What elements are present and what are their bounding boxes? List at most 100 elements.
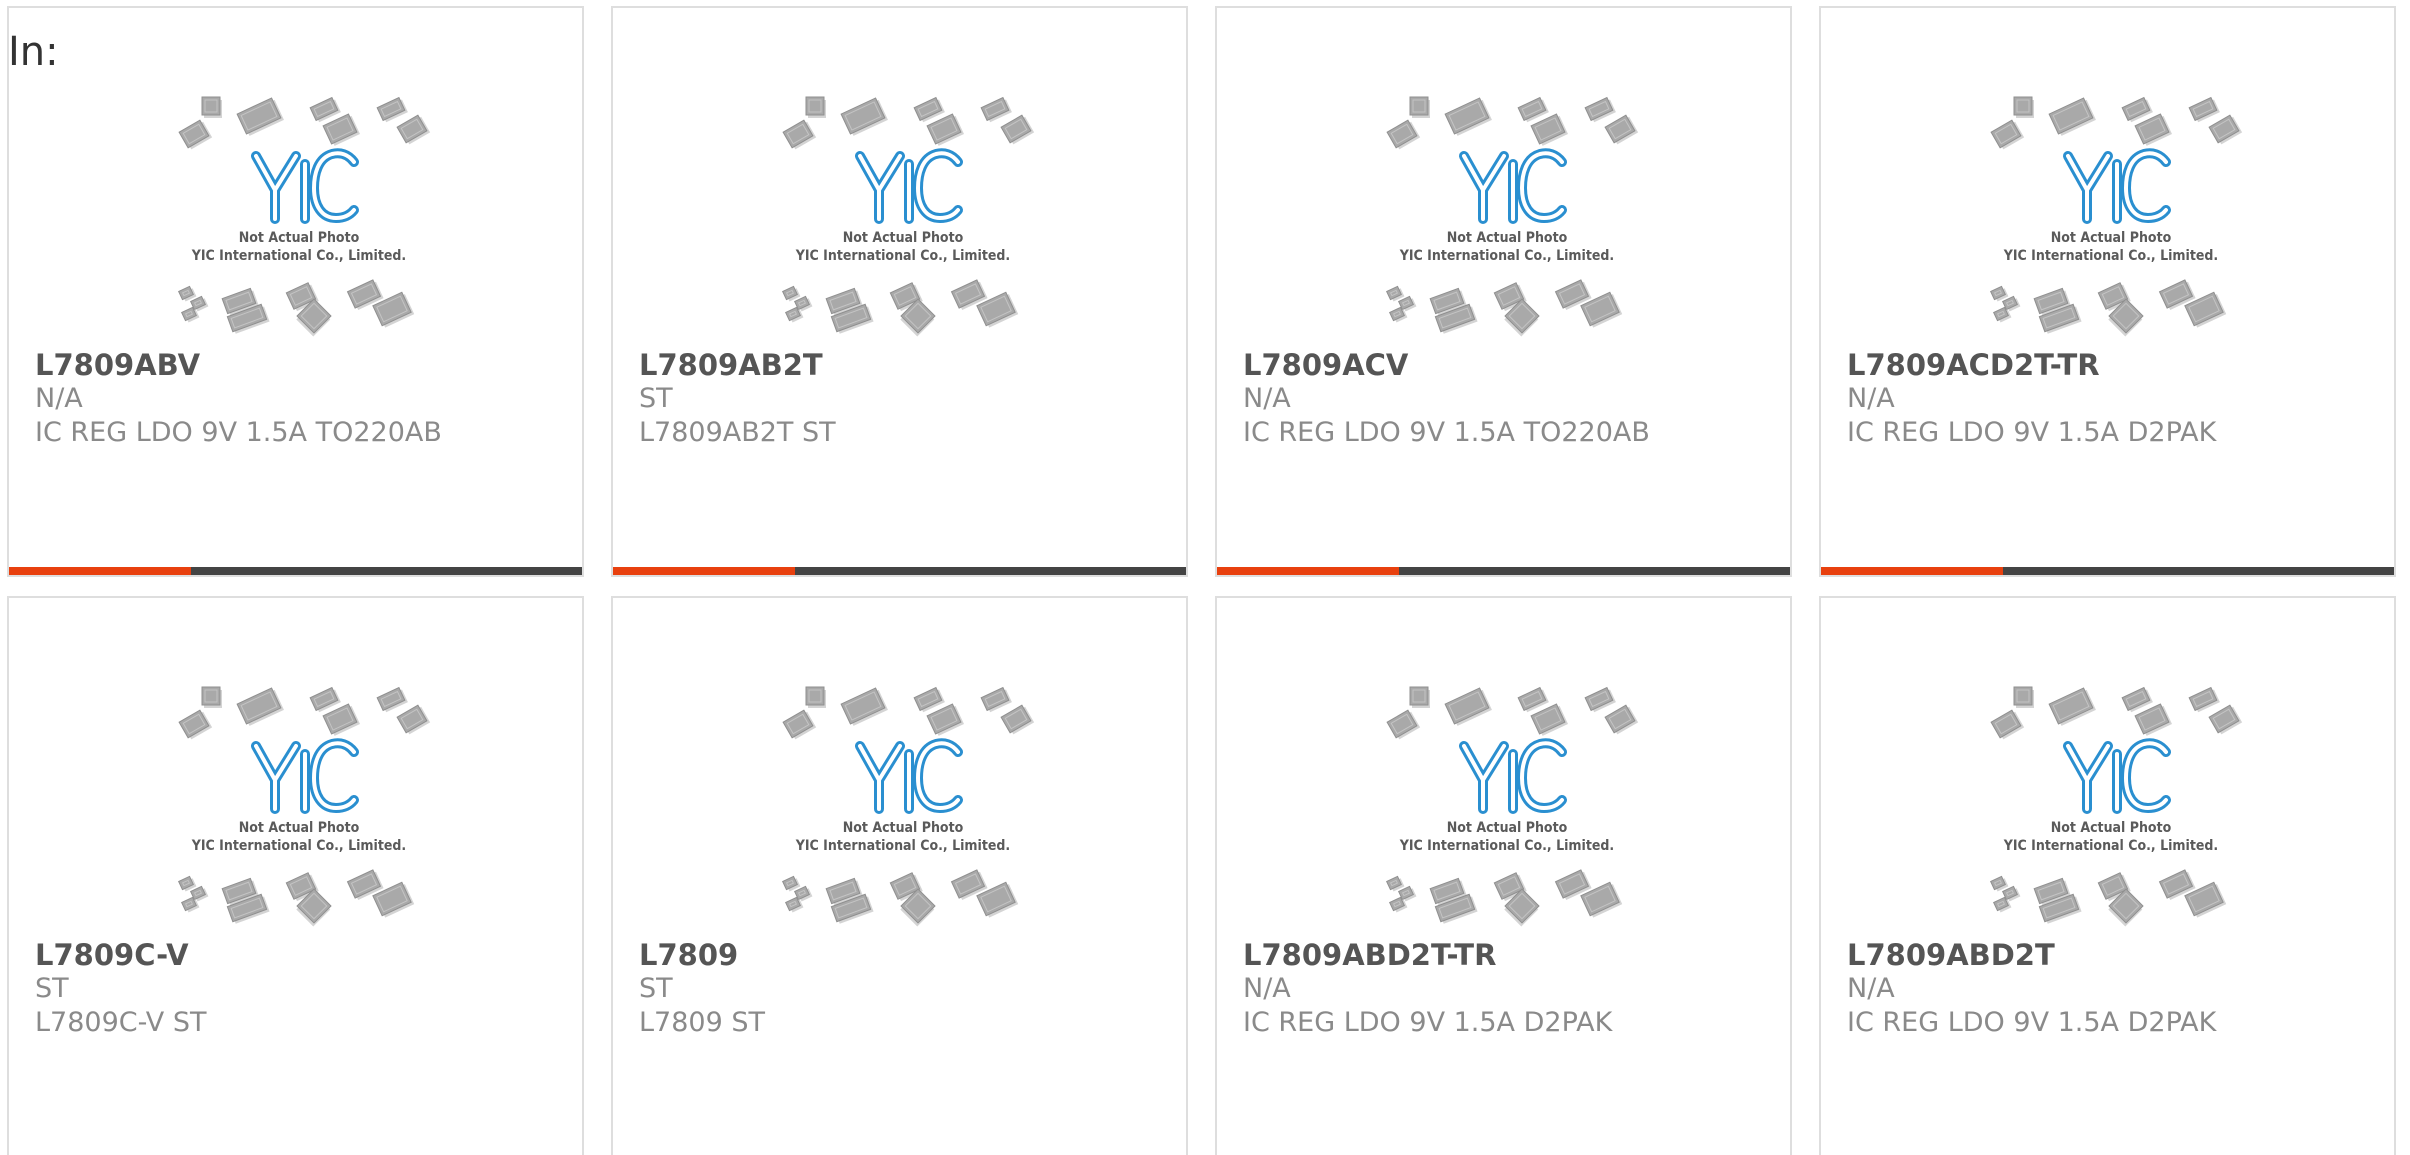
chip-package-icon (1409, 96, 1430, 118)
caption-line-1: Not Actual Photo (239, 230, 360, 246)
product-image-placeholder: Not Actual Photo YIC International Co., L… (1385, 96, 1639, 337)
chip-package-icon (2188, 96, 2220, 123)
chip-package-icon (236, 687, 284, 726)
chip-package-icon (2013, 686, 2034, 708)
product-description: L7809 ST (639, 1007, 765, 1038)
chip-package-icon (396, 114, 431, 145)
chip-package-icon (782, 119, 817, 150)
chip-package-icon (2208, 114, 2243, 145)
chip-package-icon (1000, 114, 1035, 145)
part-number[interactable]: L7809 (639, 938, 738, 972)
product-card[interactable]: Not Actual Photo YIC International Co., L… (7, 596, 584, 1155)
chip-package-icon (1604, 114, 1639, 145)
caption-line-2: YIC International Co., Limited. (2003, 838, 2218, 854)
caption-line-1: Not Actual Photo (239, 820, 360, 836)
chip-package-icon (178, 709, 213, 740)
chip-package-icon (396, 704, 431, 735)
chip-package-icon (322, 113, 360, 146)
in-label: In: (8, 29, 59, 75)
chip-package-icon (1584, 96, 1616, 123)
product-image-placeholder: Not Actual Photo YIC International Co., L… (781, 686, 1035, 927)
yic-logo-icon (1459, 738, 1567, 814)
part-number[interactable]: L7809ABV (35, 348, 200, 382)
part-number[interactable]: L7809ACD2T-TR (1847, 348, 2100, 382)
yic-logo-icon (2063, 738, 2171, 814)
product-card[interactable]: Not Actual Photo YIC International Co., L… (7, 6, 584, 577)
chip-package-icon (840, 687, 888, 726)
manufacturer: N/A (1243, 383, 1291, 414)
chip-package-icon (1604, 704, 1639, 735)
chip-package-icon (1409, 686, 1430, 708)
product-description: L7809AB2T ST (639, 417, 836, 448)
chip-package-icon (980, 96, 1012, 123)
chip-package-icon (782, 709, 817, 740)
yic-logo-icon (251, 738, 359, 814)
chip-package-icon (805, 96, 826, 118)
caption-line-2: YIC International Co., Limited. (191, 248, 406, 264)
product-image-placeholder: Not Actual Photo YIC International Co., L… (177, 96, 431, 337)
caption-line-1: Not Actual Photo (1447, 230, 1568, 246)
chip-package-icon (1530, 703, 1568, 736)
product-card[interactable]: Not Actual Photo YIC International Co., L… (1819, 6, 2396, 577)
chip-package-icon (2013, 96, 2034, 118)
part-number[interactable]: L7809ABD2T (1847, 938, 2055, 972)
chip-package-icon (376, 686, 408, 713)
chip-package-icon (1530, 113, 1568, 146)
product-description: IC REG LDO 9V 1.5A D2PAK (1847, 417, 2217, 448)
part-number[interactable]: L7809C-V (35, 938, 189, 972)
caption-line-2: YIC International Co., Limited. (2003, 248, 2218, 264)
product-description: IC REG LDO 9V 1.5A TO220AB (1243, 417, 1650, 448)
caption-line-1: Not Actual Photo (2051, 820, 2172, 836)
product-description: L7809C-V ST (35, 1007, 207, 1038)
chip-package-icon (1444, 687, 1492, 726)
part-number[interactable]: L7809AB2T (639, 348, 823, 382)
product-image-placeholder: Not Actual Photo YIC International Co., L… (1989, 96, 2243, 337)
chip-package-icon (201, 96, 222, 118)
product-image-placeholder: Not Actual Photo YIC International Co., L… (781, 96, 1035, 337)
part-number[interactable]: L7809ABD2T-TR (1243, 938, 1496, 972)
caption-line-2: YIC International Co., Limited. (795, 838, 1010, 854)
chip-package-icon (2188, 686, 2220, 713)
chip-package-icon (840, 97, 888, 136)
chip-package-icon (1990, 119, 2025, 150)
yic-logo-icon (855, 148, 963, 224)
chip-package-icon (1990, 709, 2025, 740)
product-grid-page: In: Not Actual Photo YIC International Co… (0, 0, 2410, 1155)
chip-package-icon (2048, 97, 2096, 136)
chip-package-icon (1444, 97, 1492, 136)
manufacturer: N/A (35, 383, 83, 414)
chip-package-icon (201, 686, 222, 708)
product-image-placeholder: Not Actual Photo YIC International Co., L… (177, 686, 431, 927)
caption-line-2: YIC International Co., Limited. (191, 838, 406, 854)
card-footer-accent (613, 567, 795, 575)
caption-line-2: YIC International Co., Limited. (795, 248, 1010, 264)
chip-package-icon (980, 686, 1012, 713)
card-footer-bar (1821, 567, 2394, 575)
caption-line-1: Not Actual Photo (2051, 230, 2172, 246)
product-description: IC REG LDO 9V 1.5A TO220AB (35, 417, 442, 448)
product-card[interactable]: Not Actual Photo YIC International Co., L… (1819, 596, 2396, 1155)
caption-line-1: Not Actual Photo (843, 820, 964, 836)
yic-logo-icon (2063, 148, 2171, 224)
manufacturer: N/A (1847, 973, 1895, 1004)
card-footer-accent (1217, 567, 1399, 575)
card-footer-bar (1217, 567, 1790, 575)
yic-logo-icon (251, 148, 359, 224)
part-number[interactable]: L7809ACV (1243, 348, 1408, 382)
chip-package-icon (805, 686, 826, 708)
chip-package-icon (178, 119, 213, 150)
manufacturer: ST (639, 973, 673, 1004)
chip-package-icon (2134, 703, 2172, 736)
chip-package-icon (2134, 113, 2172, 146)
product-card[interactable]: Not Actual Photo YIC International Co., L… (1215, 6, 1792, 577)
caption-line-1: Not Actual Photo (1447, 820, 1568, 836)
product-card[interactable]: Not Actual Photo YIC International Co., L… (1215, 596, 1792, 1155)
product-description: IC REG LDO 9V 1.5A D2PAK (1847, 1007, 2217, 1038)
caption-line-1: Not Actual Photo (843, 230, 964, 246)
product-card[interactable]: Not Actual Photo YIC International Co., L… (611, 596, 1188, 1155)
yic-logo-icon (855, 738, 963, 814)
product-image-placeholder: Not Actual Photo YIC International Co., L… (1385, 686, 1639, 927)
yic-logo-icon (1459, 148, 1567, 224)
product-card[interactable]: Not Actual Photo YIC International Co., L… (611, 6, 1188, 577)
manufacturer: ST (639, 383, 673, 414)
